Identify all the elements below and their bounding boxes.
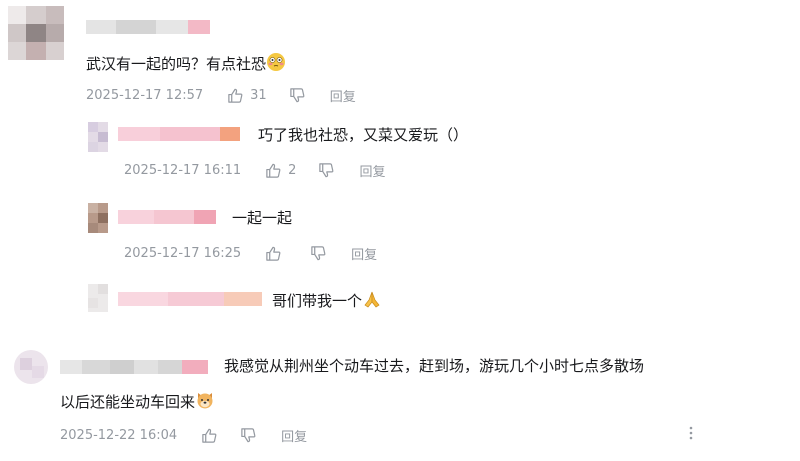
thumb-up-icon (202, 428, 217, 443)
dislike-button[interactable] (310, 245, 327, 262)
thumb-down-icon (289, 88, 305, 103)
comment-text-line1: 我感觉从荆州坐个动车过去，赶到场，游玩几个小时七点多散场 (224, 357, 645, 375)
like-button[interactable] (201, 427, 218, 444)
thumb-up-icon (228, 88, 243, 103)
timestamp: 2025-12-17 16:25 (124, 246, 242, 261)
thumb-down-icon (241, 428, 256, 443)
reply-button[interactable]: 回复 (359, 161, 385, 180)
username-redacted[interactable] (118, 210, 216, 224)
username-redacted[interactable] (118, 292, 262, 306)
comment-text-line2: 以后还能坐动车回来 (60, 390, 215, 412)
flushed-face-emoji (267, 53, 286, 71)
comment-text: 武汉有一起的吗？有点社恐 (86, 52, 286, 74)
like-button[interactable] (265, 245, 310, 262)
reply-button[interactable]: 回复 (351, 244, 377, 263)
more-vertical-icon (689, 426, 693, 440)
timestamp: 2025-12-22 16:04 (60, 428, 178, 443)
comment-meta: 2025-12-22 16:04 回复 (60, 426, 307, 445)
folded-hands-emoji (364, 291, 380, 308)
avatar[interactable] (8, 6, 64, 60)
reply-button[interactable]: 回复 (281, 426, 307, 445)
timestamp: 2025-12-17 16:11 (124, 163, 242, 178)
reply-text: 巧了我也社恐，又菜又爱玩（） (258, 126, 469, 144)
thumb-up-icon (266, 163, 281, 178)
thumb-up-icon (266, 246, 281, 261)
like-button[interactable]: 2 (265, 162, 318, 179)
avatar[interactable] (88, 203, 108, 233)
avatar[interactable] (88, 284, 108, 312)
dislike-button[interactable] (289, 87, 306, 104)
thumb-down-icon (319, 163, 334, 178)
avatar[interactable] (14, 350, 48, 384)
like-count: 2 (288, 163, 297, 178)
reply-meta: 2025-12-17 16:25 回复 (124, 244, 377, 263)
username-redacted[interactable] (86, 20, 210, 34)
like-button[interactable]: 31 (227, 87, 289, 104)
reply-text: 哥们带我一个 (272, 289, 382, 311)
reply-button[interactable]: 回复 (330, 86, 356, 105)
username-redacted[interactable] (60, 360, 208, 374)
like-count: 31 (250, 88, 267, 103)
avatar[interactable] (88, 122, 108, 152)
timestamp: 2025-12-17 12:57 (86, 88, 204, 103)
reply-meta: 2025-12-17 16:11 2 回复 (124, 161, 385, 180)
dislike-button[interactable] (318, 162, 335, 179)
more-options-button[interactable] (686, 424, 696, 446)
dislike-button[interactable] (240, 427, 257, 444)
thumb-down-icon (311, 246, 326, 261)
username-redacted[interactable] (118, 127, 240, 141)
comment-meta: 2025-12-17 12:57 31 回复 (86, 86, 356, 105)
reply-text: 一起一起 (232, 209, 293, 227)
dog-face-emoji (197, 393, 213, 409)
